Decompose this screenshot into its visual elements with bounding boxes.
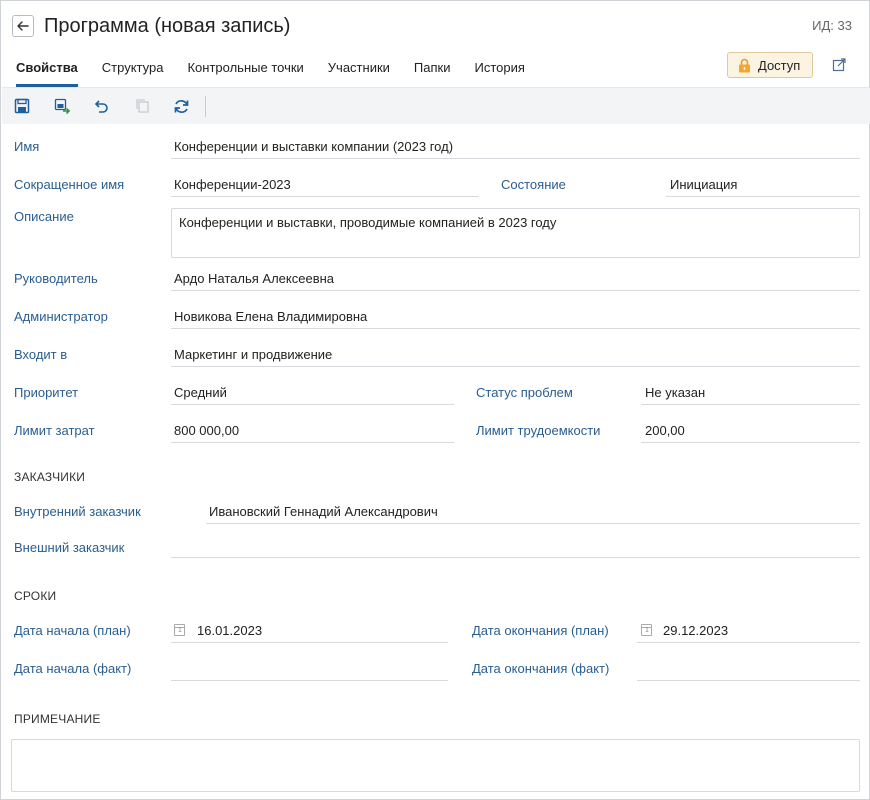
program-form-window: Программа (новая запись) ИД: 33 Свойства… bbox=[0, 0, 870, 800]
access-button-label: Доступ bbox=[758, 57, 801, 73]
short-name-field[interactable]: Конференции-2023 bbox=[171, 175, 479, 197]
end-plan-label: Дата окончания (план) bbox=[472, 623, 609, 638]
tab-structure[interactable]: Структура bbox=[102, 59, 164, 87]
refresh-button[interactable] bbox=[172, 97, 190, 115]
toolbar bbox=[2, 87, 870, 124]
end-fact-field[interactable] bbox=[637, 659, 860, 681]
state-label: Состояние bbox=[501, 177, 566, 192]
state-field[interactable]: Инициация bbox=[666, 175, 860, 197]
administrator-label: Администратор bbox=[14, 309, 108, 324]
start-fact-label: Дата начала (факт) bbox=[14, 661, 132, 676]
start-plan-label: Дата начала (план) bbox=[14, 623, 131, 638]
customers-section-title: Заказчики bbox=[14, 470, 86, 484]
save-icon bbox=[14, 98, 30, 114]
short-name-label: Сокращенное имя bbox=[14, 177, 125, 192]
lock-icon bbox=[739, 58, 750, 72]
open-in-new-window-button[interactable] bbox=[832, 57, 847, 75]
end-fact-label: Дата окончания (факт) bbox=[472, 661, 610, 676]
labor-limit-label: Лимит трудоемкости bbox=[476, 423, 601, 438]
parent-field[interactable]: Маркетинг и продвижение bbox=[171, 345, 860, 367]
undo-icon bbox=[94, 100, 108, 113]
tab-history[interactable]: История bbox=[474, 59, 524, 87]
name-label: Имя bbox=[14, 139, 40, 154]
tab-folders[interactable]: Папки bbox=[414, 59, 451, 87]
copy-button[interactable] bbox=[133, 97, 151, 115]
priority-label: Приоритет bbox=[14, 385, 79, 400]
administrator-field[interactable]: Новикова Елена Владимировна bbox=[171, 307, 860, 329]
toolbar-separator bbox=[205, 96, 206, 117]
manager-field[interactable]: Ардо Наталья Алексеевна bbox=[171, 269, 860, 291]
access-button[interactable]: Доступ bbox=[727, 52, 813, 78]
tab-participants[interactable]: Участники bbox=[328, 59, 390, 87]
tab-milestones[interactable]: Контрольные точки bbox=[187, 59, 303, 87]
end-plan-field[interactable]: 29.12.2023 bbox=[637, 621, 860, 643]
start-plan-field[interactable]: 16.01.2023 bbox=[171, 621, 448, 643]
note-field[interactable] bbox=[11, 739, 860, 792]
priority-field[interactable]: Средний bbox=[171, 383, 454, 405]
external-customer-field[interactable] bbox=[171, 536, 860, 558]
issue-status-label: Статус проблем bbox=[476, 385, 573, 400]
save-button[interactable] bbox=[13, 97, 31, 115]
start-fact-field[interactable] bbox=[171, 659, 448, 681]
save-and-close-button[interactable] bbox=[53, 97, 71, 115]
external-link-icon bbox=[832, 58, 846, 72]
internal-customer-label: Внутренний заказчик bbox=[14, 504, 141, 519]
issue-status-field[interactable]: Не указан bbox=[641, 383, 860, 405]
description-field[interactable]: Конференции и выставки, проводимые компа… bbox=[171, 208, 860, 258]
back-button[interactable] bbox=[12, 15, 34, 37]
undo-button[interactable] bbox=[92, 97, 110, 115]
description-label: Описание bbox=[14, 209, 74, 224]
note-section-title: Примечание bbox=[14, 712, 101, 726]
labor-limit-field[interactable]: 200,00 bbox=[641, 421, 860, 443]
dates-section-title: Сроки bbox=[14, 589, 57, 603]
name-field[interactable]: Конференции и выставки компании (2023 го… bbox=[171, 137, 860, 159]
cost-limit-field[interactable]: 800 000,00 bbox=[171, 421, 454, 443]
internal-customer-field[interactable]: Ивановский Геннадий Александрович bbox=[206, 502, 860, 524]
tab-properties[interactable]: Свойства bbox=[16, 59, 78, 87]
tab-bar: Свойства Структура Контрольные точки Уча… bbox=[16, 59, 549, 87]
page-title: Программа (новая запись) bbox=[44, 15, 291, 37]
record-id: ИД: 33 bbox=[812, 18, 852, 33]
parent-label: Входит в bbox=[14, 347, 68, 362]
external-customer-label: Внешний заказчик bbox=[14, 540, 125, 555]
manager-label: Руководитель bbox=[14, 271, 98, 286]
refresh-icon bbox=[174, 99, 188, 113]
save-and-close-icon bbox=[54, 98, 70, 114]
copy-icon bbox=[135, 99, 149, 113]
cost-limit-label: Лимит затрат bbox=[14, 423, 95, 438]
arrow-left-icon bbox=[17, 21, 29, 31]
